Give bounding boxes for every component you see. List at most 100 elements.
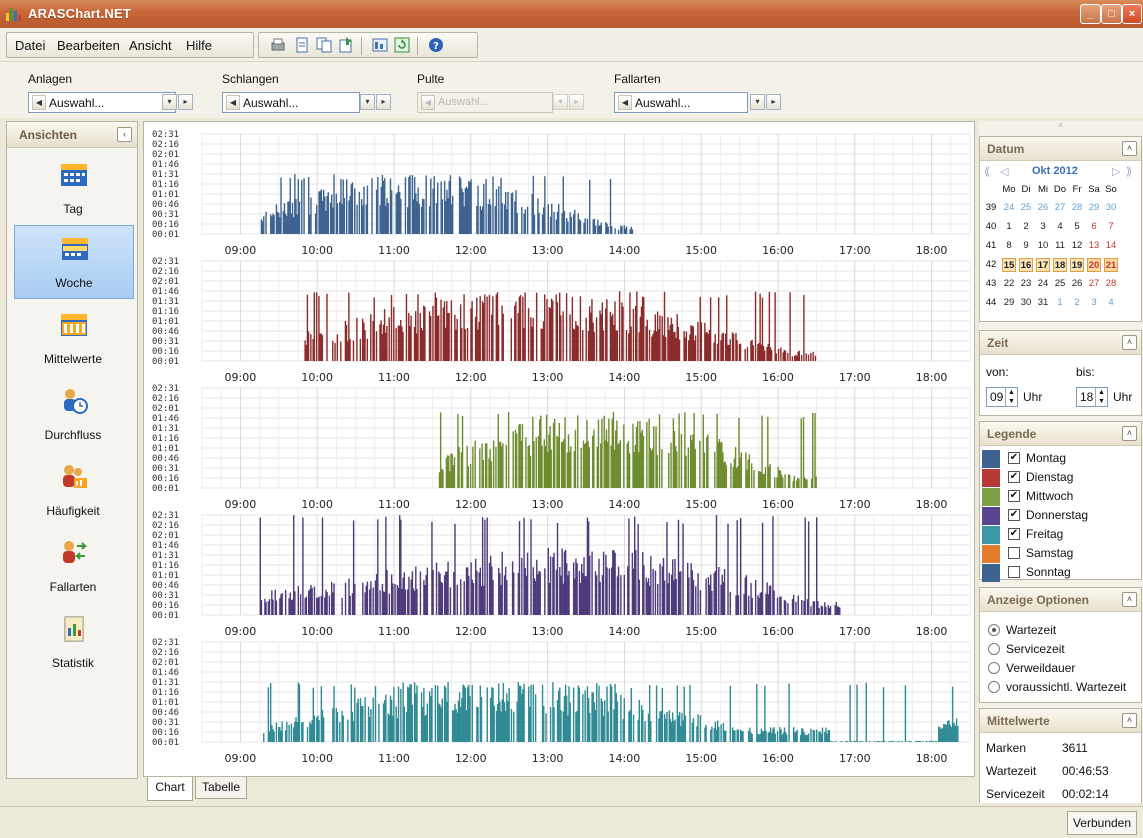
menu-ansicht[interactable]: Ansicht xyxy=(129,38,172,53)
next-month-icon[interactable]: ▷ xyxy=(1112,165,1120,178)
calendar-day[interactable]: 19 xyxy=(1070,258,1084,272)
minimize-button[interactable]: _ xyxy=(1080,4,1101,24)
combo-left-icon[interactable]: ◀ xyxy=(618,95,632,110)
calendar-day[interactable]: 28 xyxy=(1070,201,1084,215)
calendar-day[interactable]: 4 xyxy=(1053,220,1067,234)
option-radio[interactable] xyxy=(988,681,1000,693)
calendar-day[interactable]: 18 xyxy=(1053,258,1067,272)
calendar-day[interactable]: 27 xyxy=(1053,201,1067,215)
chevron-down-icon[interactable]: ▾ xyxy=(360,94,375,110)
calendar-day[interactable]: 3 xyxy=(1036,220,1050,234)
tab-chart[interactable]: Chart xyxy=(147,777,193,801)
combo-left-icon[interactable]: ◀ xyxy=(32,95,46,110)
legend-checkbox[interactable] xyxy=(1008,566,1020,578)
prev-month-icon[interactable]: ◁ xyxy=(1000,165,1008,178)
chevron-right-icon[interactable]: ▸ xyxy=(766,94,781,110)
calendar-day[interactable]: 26 xyxy=(1036,201,1050,215)
calendar-day[interactable]: 24 xyxy=(1002,201,1016,215)
calendar-day[interactable]: 2 xyxy=(1019,220,1033,234)
calendar-day[interactable]: 8 xyxy=(1002,239,1016,253)
pulte-combo[interactable]: ◀ Auswahl... xyxy=(417,92,553,113)
collapse-up-icon[interactable]: ˄ xyxy=(1122,426,1137,441)
calendar-day[interactable]: 16 xyxy=(1019,258,1033,272)
legend-checkbox[interactable]: ✔ xyxy=(1008,528,1020,540)
collapse-left-icon[interactable]: ‹ xyxy=(117,127,132,142)
calendar-day[interactable]: 11 xyxy=(1053,239,1067,253)
calendar-day[interactable]: 12 xyxy=(1070,239,1084,253)
nav-item-durchfluss[interactable]: Durchfluss xyxy=(14,378,134,452)
option-radio[interactable] xyxy=(988,662,1000,674)
option-radio[interactable] xyxy=(988,643,1000,655)
prev-year-icon[interactable]: ⟪ xyxy=(984,165,990,178)
nav-item-statistik[interactable]: Statistik xyxy=(14,606,134,680)
calendar-month-label[interactable]: Okt 2012 xyxy=(1032,165,1078,177)
page-icon[interactable] xyxy=(293,36,311,54)
calendar-day[interactable]: 7 xyxy=(1104,220,1118,234)
collapse-up-icon[interactable]: ˄ xyxy=(1122,592,1137,607)
chevron-right-icon[interactable]: ▸ xyxy=(178,94,193,110)
calendar-day[interactable]: 3 xyxy=(1087,296,1101,310)
calendar-day[interactable]: 9 xyxy=(1019,239,1033,253)
calendar-day[interactable]: 22 xyxy=(1002,277,1016,291)
combo-left-icon[interactable]: ◀ xyxy=(226,95,240,110)
nav-item-fallarten[interactable]: Fallarten xyxy=(14,530,134,604)
print-icon[interactable] xyxy=(269,36,287,54)
calendar-day[interactable]: 20 xyxy=(1087,258,1101,272)
spinner-arrows-icon[interactable]: ▲ ▼ xyxy=(1095,388,1107,406)
legend-checkbox[interactable]: ✔ xyxy=(1008,471,1020,483)
calendar-day[interactable]: 30 xyxy=(1019,296,1033,310)
calendar-day[interactable]: 15 xyxy=(1002,258,1016,272)
von-hour-spinner[interactable]: 09 ▲ ▼ xyxy=(986,387,1018,407)
bis-hour-spinner[interactable]: 18 ▲ ▼ xyxy=(1076,387,1108,407)
calendar-day[interactable]: 24 xyxy=(1036,277,1050,291)
calendar-day[interactable]: 4 xyxy=(1104,296,1118,310)
calendar-day[interactable]: 10 xyxy=(1036,239,1050,253)
nav-item-mittelwerte[interactable]: Mittelwerte xyxy=(14,302,134,376)
calendar-day[interactable]: 21 xyxy=(1104,258,1118,272)
scroll-up-icon[interactable]: ˄ xyxy=(979,121,1142,135)
menu-bearbeiten[interactable]: Bearbeiten xyxy=(57,38,120,53)
calendar-day[interactable]: 28 xyxy=(1104,277,1118,291)
copy-icon[interactable] xyxy=(315,36,333,54)
fallarten-combo[interactable]: ◀ Auswahl... xyxy=(614,92,748,113)
spinner-arrows-icon[interactable]: ▲ ▼ xyxy=(1005,388,1017,406)
menu-hilfe[interactable]: Hilfe xyxy=(186,38,212,53)
calendar-day[interactable]: 1 xyxy=(1053,296,1067,310)
close-button[interactable]: × xyxy=(1122,4,1142,24)
calendar-day[interactable]: 5 xyxy=(1070,220,1084,234)
legend-checkbox[interactable]: ✔ xyxy=(1008,452,1020,464)
calendar-day[interactable]: 2 xyxy=(1070,296,1084,310)
calendar-day[interactable]: 25 xyxy=(1019,201,1033,215)
calendar-day[interactable]: 14 xyxy=(1104,239,1118,253)
menu-datei[interactable]: Datei xyxy=(15,38,45,53)
calendar-day[interactable]: 30 xyxy=(1104,201,1118,215)
option-radio[interactable] xyxy=(988,624,1000,636)
calendar-day[interactable]: 29 xyxy=(1002,296,1016,310)
tab-tabelle[interactable]: Tabelle xyxy=(195,777,247,799)
chevron-down-icon[interactable]: ▾ xyxy=(750,94,765,110)
export-icon[interactable] xyxy=(337,36,355,54)
calendar-day[interactable]: 6 xyxy=(1087,220,1101,234)
calendar-day[interactable]: 17 xyxy=(1036,258,1050,272)
legend-checkbox[interactable]: ✔ xyxy=(1008,490,1020,502)
help-icon[interactable]: ? xyxy=(427,36,445,54)
chevron-right-icon[interactable]: ▸ xyxy=(376,94,391,110)
legend-checkbox[interactable] xyxy=(1008,547,1020,559)
anlagen-combo[interactable]: ◀ Auswahl... xyxy=(28,92,176,113)
calendar-day[interactable]: 13 xyxy=(1087,239,1101,253)
calendar-day[interactable]: 26 xyxy=(1070,277,1084,291)
collapse-up-icon[interactable]: ˄ xyxy=(1122,713,1137,728)
collapse-up-icon[interactable]: ˄ xyxy=(1122,335,1137,350)
nav-item-haeufigkeit[interactable]: Häufigkeit xyxy=(14,454,134,528)
calendar-day[interactable]: 29 xyxy=(1087,201,1101,215)
schlangen-combo[interactable]: ◀ Auswahl... xyxy=(222,92,360,113)
next-year-icon[interactable]: ⟫ xyxy=(1126,165,1132,178)
legend-checkbox[interactable]: ✔ xyxy=(1008,509,1020,521)
collapse-up-icon[interactable]: ˄ xyxy=(1122,141,1137,156)
calendar-day[interactable]: 27 xyxy=(1087,277,1101,291)
calendar-day[interactable]: 23 xyxy=(1019,277,1033,291)
nav-item-tag[interactable]: Tag xyxy=(14,152,134,226)
maximize-button[interactable]: □ xyxy=(1101,4,1122,24)
nav-item-woche[interactable]: Woche xyxy=(14,225,134,299)
calendar-day[interactable]: 31 xyxy=(1036,296,1050,310)
